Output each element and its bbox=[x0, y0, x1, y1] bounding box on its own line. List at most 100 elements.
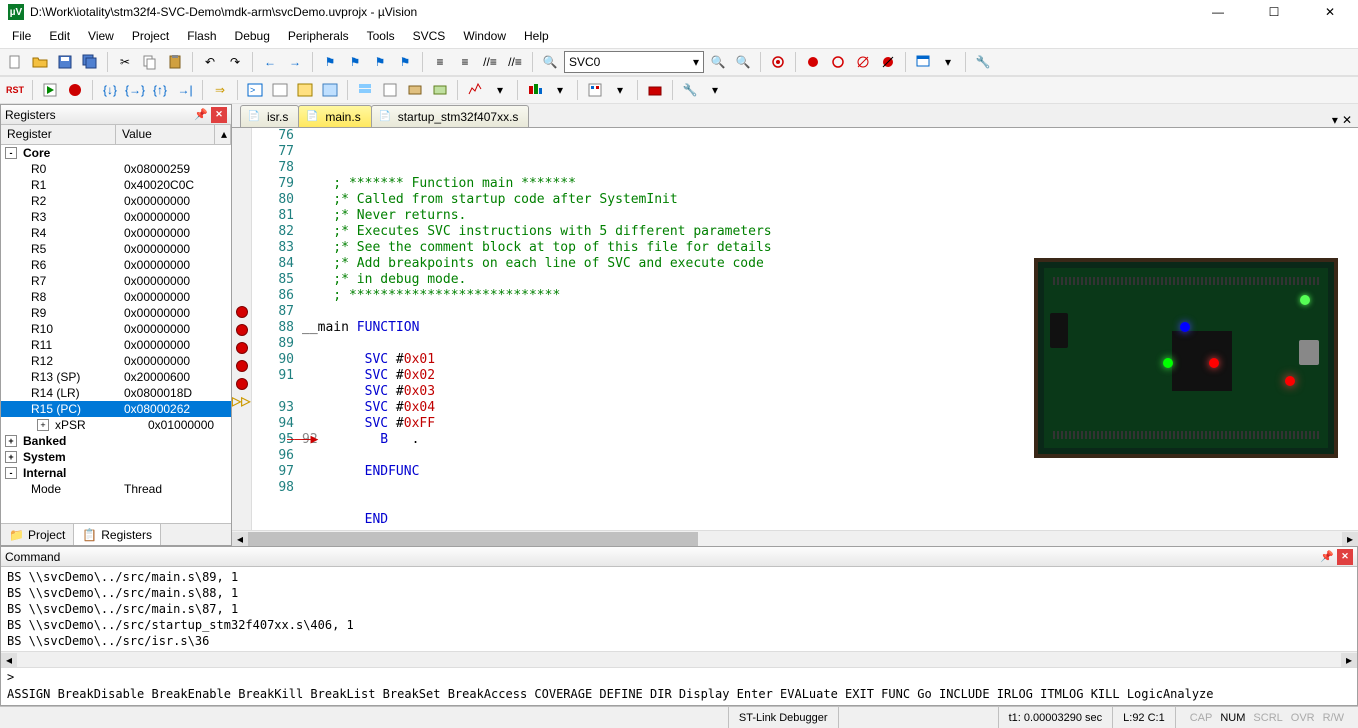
registers-icon[interactable] bbox=[319, 79, 341, 101]
scroll-thumb[interactable] bbox=[248, 532, 698, 546]
register-row[interactable]: R100x00000000 bbox=[1, 321, 231, 337]
outdent-icon[interactable]: ≡ bbox=[454, 51, 476, 73]
register-row[interactable]: R20x00000000 bbox=[1, 193, 231, 209]
menu-tools[interactable]: Tools bbox=[359, 26, 403, 46]
update-icon[interactable]: 🔧 bbox=[679, 79, 701, 101]
bookmark-next-icon[interactable]: ⚑ bbox=[369, 51, 391, 73]
register-row[interactable]: R13 (SP)0x20000600 bbox=[1, 369, 231, 385]
command-pin-icon[interactable]: 📌 bbox=[1319, 549, 1335, 565]
step-over-icon[interactable]: {→} bbox=[124, 79, 146, 101]
incremental-find-icon[interactable]: 🔍 bbox=[732, 51, 754, 73]
breakpoint-icon[interactable] bbox=[236, 306, 248, 318]
code-line[interactable]: ; ******* Function main ******* bbox=[302, 176, 1358, 192]
menu-svcs[interactable]: SVCS bbox=[405, 26, 454, 46]
uncomment-icon[interactable]: //≡ bbox=[504, 51, 526, 73]
call-stack-icon[interactable] bbox=[354, 79, 376, 101]
minimize-button[interactable]: — bbox=[1198, 0, 1238, 24]
editor-tabs-dropdown-icon[interactable]: ▾ bbox=[1332, 113, 1338, 127]
menu-view[interactable]: View bbox=[80, 26, 122, 46]
command-output[interactable]: BS \\svcDemo\../src/main.s\89, 1 BS \\sv… bbox=[1, 567, 1357, 651]
run-icon[interactable] bbox=[39, 79, 61, 101]
command-prompt[interactable]: > bbox=[1, 667, 1357, 687]
menu-window[interactable]: Window bbox=[455, 26, 514, 46]
nav-back-icon[interactable]: ← bbox=[259, 51, 281, 73]
register-row[interactable]: +System bbox=[1, 449, 231, 465]
panel-tab-project[interactable]: 📁Project bbox=[1, 524, 74, 545]
symbols-icon[interactable] bbox=[294, 79, 316, 101]
indent-icon[interactable]: ≡ bbox=[429, 51, 451, 73]
register-row[interactable]: R70x00000000 bbox=[1, 273, 231, 289]
code-line[interactable]: ;* Never returns. bbox=[302, 208, 1358, 224]
menu-project[interactable]: Project bbox=[124, 26, 177, 46]
save-all-icon[interactable] bbox=[79, 51, 101, 73]
tree-toggle-icon[interactable]: - bbox=[5, 467, 17, 479]
window-dropdown-icon[interactable]: ▾ bbox=[937, 51, 959, 73]
panel-tab-registers[interactable]: 📋Registers bbox=[74, 524, 161, 545]
nav-fwd-icon[interactable]: → bbox=[284, 51, 306, 73]
editor-tab[interactable]: 📄main.s bbox=[298, 105, 371, 127]
register-row[interactable]: R80x00000000 bbox=[1, 289, 231, 305]
save-icon[interactable] bbox=[54, 51, 76, 73]
code-line[interactable] bbox=[302, 496, 1358, 512]
register-row[interactable]: R00x08000259 bbox=[1, 161, 231, 177]
register-row[interactable]: R60x00000000 bbox=[1, 257, 231, 273]
tree-toggle-icon[interactable]: - bbox=[5, 147, 17, 159]
stop-icon[interactable] bbox=[64, 79, 86, 101]
code-line[interactable]: END bbox=[302, 512, 1358, 528]
cut-icon[interactable]: ✂ bbox=[114, 51, 136, 73]
find-in-files-icon[interactable]: 🔍 bbox=[707, 51, 729, 73]
menu-debug[interactable]: Debug bbox=[227, 26, 278, 46]
debug-start-icon[interactable] bbox=[767, 51, 789, 73]
disassembly-icon[interactable] bbox=[269, 79, 291, 101]
command-close-icon[interactable]: ✕ bbox=[1337, 549, 1353, 565]
register-row[interactable]: R50x00000000 bbox=[1, 241, 231, 257]
breakpoint-icon[interactable] bbox=[236, 378, 248, 390]
editor-body[interactable]: ▷▷ 7677787980818283848586878889909192939… bbox=[232, 128, 1358, 530]
breakpoint-icon[interactable] bbox=[236, 342, 248, 354]
menu-flash[interactable]: Flash bbox=[179, 26, 224, 46]
bookmark-icon[interactable]: ⚑ bbox=[319, 51, 341, 73]
scroll-right-icon[interactable]: ▸ bbox=[1342, 532, 1358, 546]
window-icon[interactable] bbox=[912, 51, 934, 73]
step-into-icon[interactable]: {↓} bbox=[99, 79, 121, 101]
scroll-left-icon[interactable]: ◂ bbox=[1, 653, 17, 667]
find-icon[interactable]: 🔍 bbox=[539, 51, 561, 73]
editor-tab[interactable]: 📄isr.s bbox=[240, 105, 299, 127]
watch-icon[interactable] bbox=[379, 79, 401, 101]
breakpoint-enable-icon[interactable] bbox=[827, 51, 849, 73]
bookmark-clear-icon[interactable]: ⚑ bbox=[394, 51, 416, 73]
register-row[interactable]: -Core bbox=[1, 145, 231, 161]
menu-help[interactable]: Help bbox=[516, 26, 557, 46]
comment-icon[interactable]: //≡ bbox=[479, 51, 501, 73]
register-row[interactable]: +Banked bbox=[1, 433, 231, 449]
scroll-right-icon[interactable]: ▸ bbox=[1341, 653, 1357, 667]
register-row[interactable]: R120x00000000 bbox=[1, 353, 231, 369]
register-row[interactable]: +xPSR0x01000000 bbox=[1, 417, 231, 433]
command-hscroll[interactable]: ◂ ▸ bbox=[1, 651, 1357, 667]
menu-file[interactable]: File bbox=[4, 26, 39, 46]
step-out-icon[interactable]: {↑} bbox=[149, 79, 171, 101]
code-line[interactable]: ———▶92 B . bbox=[302, 432, 1358, 448]
pin-icon[interactable]: 📌 bbox=[193, 107, 209, 123]
open-file-icon[interactable] bbox=[29, 51, 51, 73]
register-row[interactable]: R90x00000000 bbox=[1, 305, 231, 321]
registers-tree[interactable]: -CoreR00x08000259R10x40020C0CR20x0000000… bbox=[1, 145, 231, 523]
editor-tabs-close-icon[interactable]: ✕ bbox=[1342, 113, 1352, 127]
system-viewer-icon[interactable] bbox=[584, 79, 606, 101]
register-row[interactable]: -Internal bbox=[1, 465, 231, 481]
breakpoint-insert-icon[interactable] bbox=[802, 51, 824, 73]
close-button[interactable]: ✕ bbox=[1310, 0, 1350, 24]
editor-hscroll[interactable]: ◂ ▸ bbox=[232, 530, 1358, 546]
register-row[interactable]: R40x00000000 bbox=[1, 225, 231, 241]
breakpoint-icon[interactable] bbox=[236, 360, 248, 372]
menu-peripherals[interactable]: Peripherals bbox=[280, 26, 357, 46]
close-panel-icon[interactable]: ✕ bbox=[211, 107, 227, 123]
trace-icon[interactable] bbox=[524, 79, 546, 101]
tree-toggle-icon[interactable]: + bbox=[37, 419, 49, 431]
code-line[interactable]: ;* See the comment block at top of this … bbox=[302, 240, 1358, 256]
undo-icon[interactable]: ↶ bbox=[199, 51, 221, 73]
serial-icon[interactable] bbox=[429, 79, 451, 101]
register-row[interactable]: R15 (PC)0x08000262 bbox=[1, 401, 231, 417]
breakpoint-kill-icon[interactable] bbox=[877, 51, 899, 73]
breakpoint-icon[interactable] bbox=[236, 324, 248, 336]
